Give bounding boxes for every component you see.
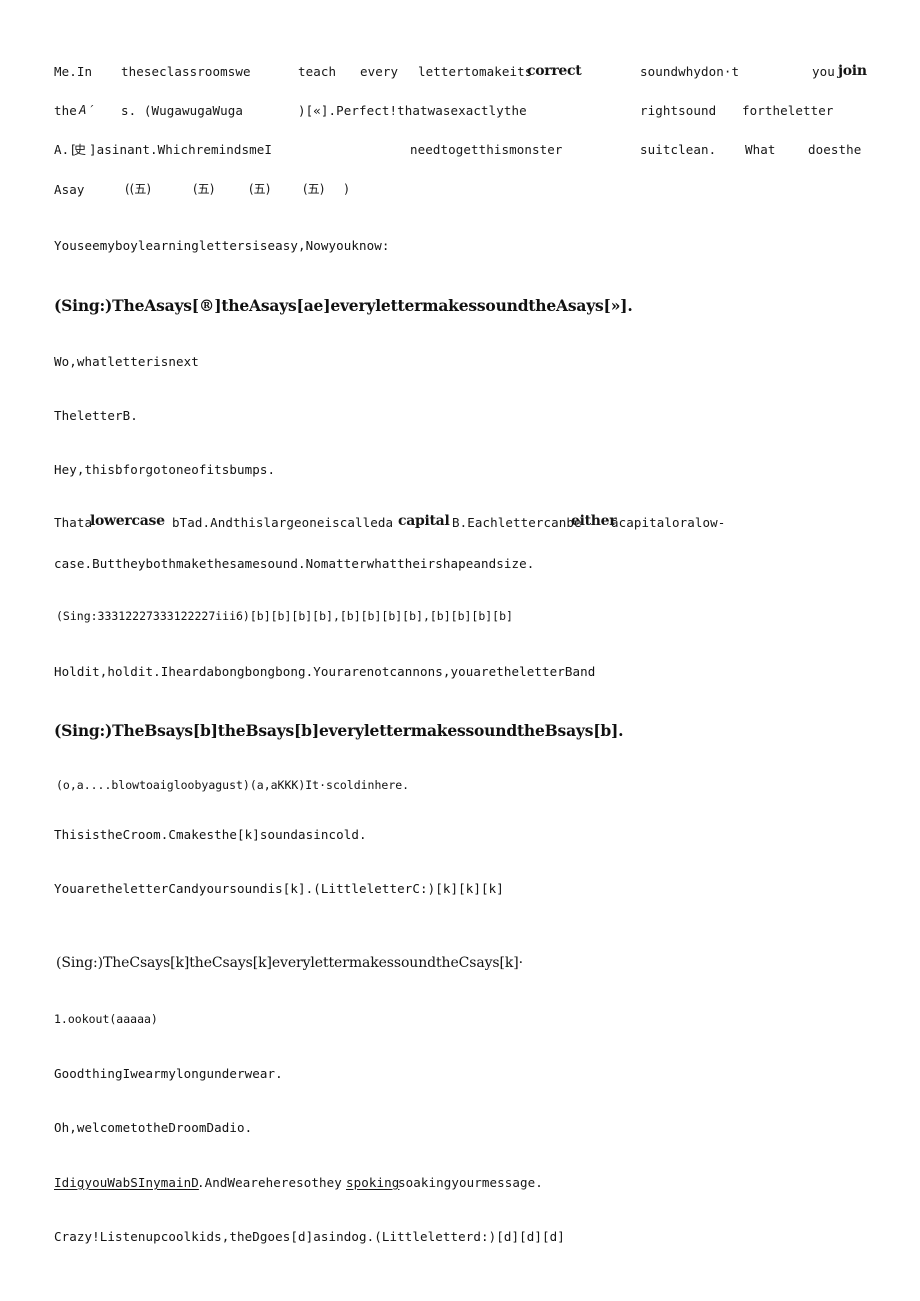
header-line2-seg1: the xyxy=(54,103,77,118)
header-line3-cjk-shi: 史 xyxy=(74,143,87,157)
case-line1-emph-lowercase: lowercase xyxy=(90,513,165,529)
header-line1-seg1: Me.In xyxy=(54,64,93,79)
case-line1-emph-capital: capital xyxy=(398,513,450,529)
header-line1-emph-join: join xyxy=(838,63,867,79)
header-line1-seg7: soundwhydon·t xyxy=(640,64,740,79)
paragraph-letter-b: TheletterB. xyxy=(54,408,138,423)
header-line4-seg1: Asay xyxy=(54,182,85,197)
paragraph-droom: Oh,welcometotheDroomDadio. xyxy=(54,1120,253,1135)
paragraph-crazy: Crazy!Listenupcoolkids,theDgoes[d]asindo… xyxy=(54,1229,565,1244)
case-line1-seg-d: acapitaloralow- xyxy=(611,515,726,530)
refrain-letter-a: (Sing:)TheAsays[®]theAsays[ae]everylette… xyxy=(54,296,633,315)
digyou-underlined-spoking: spoking xyxy=(346,1175,400,1190)
case-line2: case.Buttheybothmakethesamesound.Nomatte… xyxy=(54,556,535,571)
header-line4-seg4: (五) xyxy=(249,182,271,196)
header-line2-seg6: fortheletter xyxy=(742,103,834,118)
header-line3-seg3: ]asinant.WhichremindsmeI xyxy=(89,142,273,157)
header-line4-seg6: ) xyxy=(344,182,349,196)
header-line1-emph-correct: correct xyxy=(527,63,582,79)
header-line1-seg2: theseclassroomswe xyxy=(121,64,251,79)
document-page: Me.In theseclassroomswe teach every lett… xyxy=(0,0,920,1301)
paragraph-igloo: (o,a....blowtoaigloobyagust)(a,aKKK)It·s… xyxy=(56,778,410,792)
paragraph-letter-c: YouaretheletterCandyoursoundis[k].(Littl… xyxy=(54,881,504,896)
paragraph-bumps: Hey,thisbforgotoneofitsbumps. xyxy=(54,462,276,477)
header-line2-seg3: s. (WugawugaWuga xyxy=(121,103,244,118)
digyou-underlined-phrase: IdigyouWabSInymainD xyxy=(54,1175,199,1190)
paragraph-underwear: GoodthingIwearmylongunderwear. xyxy=(54,1066,283,1081)
paragraph-sing-numbers: (Sing:33312227333122227iii6)[b][b][b][b]… xyxy=(56,609,513,623)
header-line3-seg7: doesthe xyxy=(808,142,862,157)
header-line1-seg8: you xyxy=(812,64,835,79)
header-line4-seg3: (五) xyxy=(193,182,215,196)
case-line1-seg-c: B.Eachlettercanbe xyxy=(452,515,582,530)
header-line3-seg6: What xyxy=(745,142,776,157)
paragraph-croom: ThisistheCroom.Cmakesthe[k]soundasincold… xyxy=(54,827,367,842)
header-line3-seg5: suitclean. xyxy=(640,142,717,157)
header-line2-seg4: )[«].Perfect!thatwasexactlythe xyxy=(298,103,527,118)
header-line2-seg5: rightsound xyxy=(640,103,717,118)
refrain-letter-b: (Sing:)TheBsays[b]theBsays[b]everyletter… xyxy=(54,721,624,740)
case-line1-emph-either: either xyxy=(571,513,617,529)
header-line2-italic-a: A′ xyxy=(79,102,95,117)
header-line4-seg5: (五) xyxy=(303,182,325,196)
digyou-end: soakingyourmessage. xyxy=(398,1175,543,1190)
header-line1-seg5: lettertomakeits xyxy=(418,64,533,79)
refrain-letter-c: (Sing:)TheCsays[k]theCsays[k]everyletter… xyxy=(56,955,523,971)
header-line3-seg4: needtogetthismonster xyxy=(410,142,563,157)
paragraph-next-letter: Wo,whatletterisnext xyxy=(54,354,199,369)
header-line1-seg3: teach xyxy=(298,64,337,79)
case-line1-seg-a: Thata xyxy=(54,515,93,530)
header-line4-seg2: ((五) xyxy=(125,182,152,196)
paragraph-holdit: Holdit,holdit.Iheardabongbongbong.Yourar… xyxy=(54,664,596,679)
digyou-middle: .AndWeareheresothey xyxy=(197,1175,342,1190)
paragraph-lookout: 1.ookout(aaaaa) xyxy=(54,1012,158,1026)
paragraph-intro: Youseemyboylearninglettersiseasy,Nowyouk… xyxy=(54,238,390,253)
case-line1-seg-b: bTad.Andthislargeoneiscalleda xyxy=(172,515,394,530)
header-line1-seg4: every xyxy=(360,64,399,79)
